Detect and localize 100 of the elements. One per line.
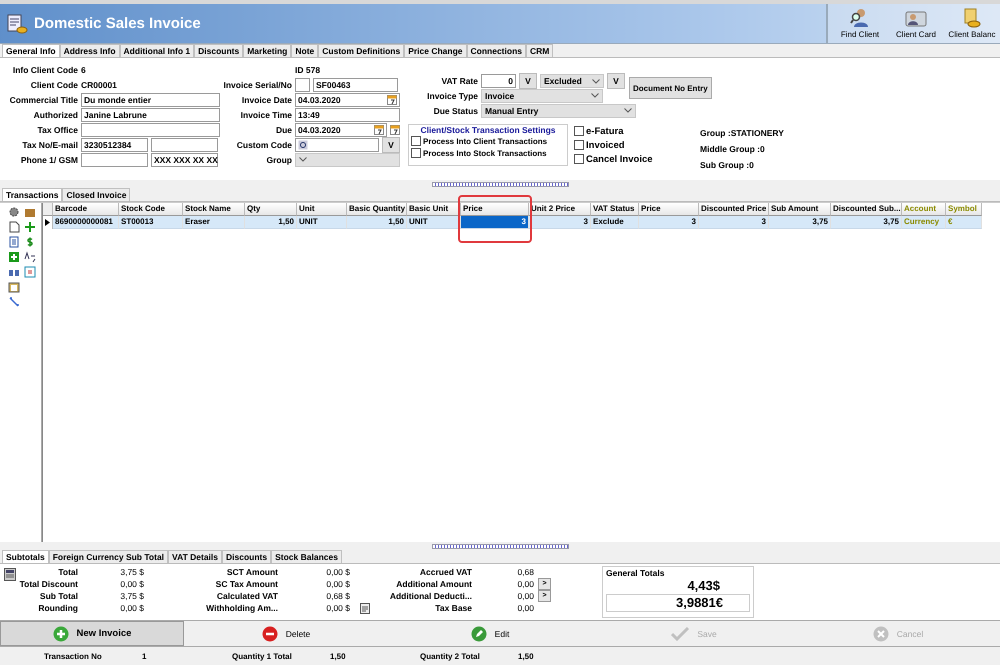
total-value: 0,00 (516, 591, 534, 601)
tab[interactable]: Closed Invoice (62, 188, 130, 201)
checkbox[interactable] (411, 148, 421, 158)
document-no-entry-button[interactable]: Document No Entry (629, 77, 712, 99)
tab[interactable]: Address Info (60, 44, 120, 57)
input-field[interactable]: Du monde entier (81, 92, 220, 106)
input-field[interactable]: 04.03.2020 (295, 92, 400, 106)
column-header[interactable]: Basic Quantity (347, 203, 407, 216)
column-header[interactable]: Price (461, 203, 529, 216)
plus-icon[interactable] (24, 221, 36, 233)
tab[interactable]: Subtotals (2, 550, 49, 563)
tab[interactable]: VAT Details (168, 550, 222, 563)
input-field[interactable]: XXX XXX XX XX (151, 152, 218, 166)
column-header[interactable]: Price (639, 203, 699, 216)
table-cell: 1,50 (245, 216, 297, 229)
input-field[interactable]: Janine Labrune (81, 108, 220, 122)
add-row-icon[interactable] (8, 251, 20, 263)
field-label: VAT Rate (440, 76, 478, 86)
toolbar-button[interactable]: Client Card (888, 4, 944, 43)
field-label: Tax No/E-mail (21, 140, 78, 150)
total-value: 0,00 (516, 579, 534, 589)
tab[interactable]: Discounts (222, 550, 272, 563)
tab[interactable]: Foreign Currency Sub Total (48, 550, 168, 563)
input-field[interactable] (295, 78, 310, 92)
page-icon[interactable] (8, 221, 20, 233)
checkbox[interactable] (574, 154, 584, 164)
new-button[interactable]: New Invoice (0, 621, 184, 646)
field-label: Commercial Title (8, 94, 78, 104)
table-cell: 3 (529, 216, 591, 229)
table-cell: 3 (461, 216, 529, 229)
calendar-button-icon[interactable] (390, 124, 400, 135)
box-icon[interactable] (24, 206, 36, 218)
toolbar-button[interactable]: Find Client (832, 4, 888, 43)
search-icon[interactable] (298, 140, 308, 150)
document-icon[interactable] (8, 236, 20, 248)
column-header[interactable]: Basic Unit (407, 203, 461, 216)
column-header[interactable]: Discounted Price (699, 203, 769, 216)
dropdown-caret-icon[interactable] (624, 108, 632, 113)
column-header[interactable]: Stock Name (183, 203, 245, 216)
column-header[interactable]: Unit (297, 203, 347, 216)
checkbox[interactable] (411, 136, 421, 146)
input-field[interactable]: 13:49 (295, 108, 400, 122)
vat-mode-dropdown[interactable]: Excluded (540, 74, 604, 88)
input-field[interactable]: 3230512384 (81, 138, 148, 152)
field-label: Invoice Time (240, 110, 292, 120)
tab[interactable]: Marketing (243, 44, 292, 57)
tab[interactable]: Note (291, 44, 318, 57)
checkbox[interactable] (574, 126, 584, 136)
input-field[interactable]: SF00463 (313, 78, 398, 92)
v-button[interactable]: V (382, 137, 400, 153)
gear-icon[interactable] (8, 206, 20, 218)
v-button[interactable]: V (607, 73, 625, 89)
column-header[interactable]: Discounted Sub... (831, 203, 902, 216)
field-label: Phone 1/ GSM (20, 154, 78, 164)
tab[interactable]: Stock Balances (271, 550, 342, 563)
table-cell: Currency (902, 216, 946, 229)
tab[interactable]: General Info (2, 44, 60, 57)
tab[interactable]: Connections (466, 44, 526, 57)
tab[interactable]: CRM (526, 44, 554, 57)
checkbox-label: Process Into Client Transactions (423, 136, 548, 146)
input-field[interactable]: 04.03.2020 (295, 122, 387, 136)
tab[interactable]: Discounts (194, 44, 244, 57)
splitter-handle[interactable] (432, 544, 568, 548)
checkbox[interactable] (574, 140, 584, 150)
v-button[interactable]: V (519, 73, 537, 89)
dropdown-caret-icon[interactable] (592, 78, 600, 84)
input-field[interactable] (295, 138, 379, 152)
calculator-icon[interactable] (4, 568, 16, 581)
input-field[interactable] (151, 138, 218, 152)
dropdown-caret-icon[interactable] (591, 93, 599, 98)
total-label: SCT Amount (226, 567, 278, 577)
group-info: Sub Group :0 (700, 160, 755, 170)
tab[interactable]: Custom Definitions (318, 44, 404, 57)
invoice-type-dropdown[interactable]: Invoice (481, 88, 603, 102)
column-header[interactable]: Stock Code (119, 203, 183, 216)
field-label: Due Status (432, 106, 478, 116)
column-header[interactable]: Qty (245, 203, 297, 216)
total-label: Calculated VAT (216, 591, 278, 601)
total-label: Tax Base (434, 603, 472, 613)
field-label: Due (274, 124, 292, 134)
field-label: Tax Office (36, 124, 78, 134)
column-header[interactable]: Barcode (53, 203, 119, 216)
column-header[interactable]: VAT Status (591, 203, 639, 216)
calendar-icon[interactable] (374, 124, 384, 135)
tab[interactable]: Price Change (404, 44, 467, 57)
splitter-handle[interactable] (432, 182, 568, 186)
dropdown-caret-icon[interactable] (299, 157, 307, 162)
vat-rate-field[interactable]: 0 (481, 74, 516, 88)
tab[interactable]: Additional Info 1 (120, 44, 194, 57)
tab[interactable]: Transactions (2, 188, 62, 201)
due-status-dropdown[interactable]: Manual Entry (481, 104, 636, 118)
column-header[interactable]: Sub Amount (769, 203, 831, 216)
document-icon[interactable] (360, 602, 370, 614)
total-label: Withholding Am... (205, 603, 278, 613)
calendar-icon[interactable] (387, 94, 397, 105)
toolbar-button[interactable]: Client Balanc (944, 4, 1000, 43)
input-field[interactable] (81, 122, 220, 136)
total-value: 0,00 $ (325, 567, 350, 577)
input-field[interactable] (81, 152, 148, 166)
status-label: Quantity 1 Total (232, 652, 293, 660)
